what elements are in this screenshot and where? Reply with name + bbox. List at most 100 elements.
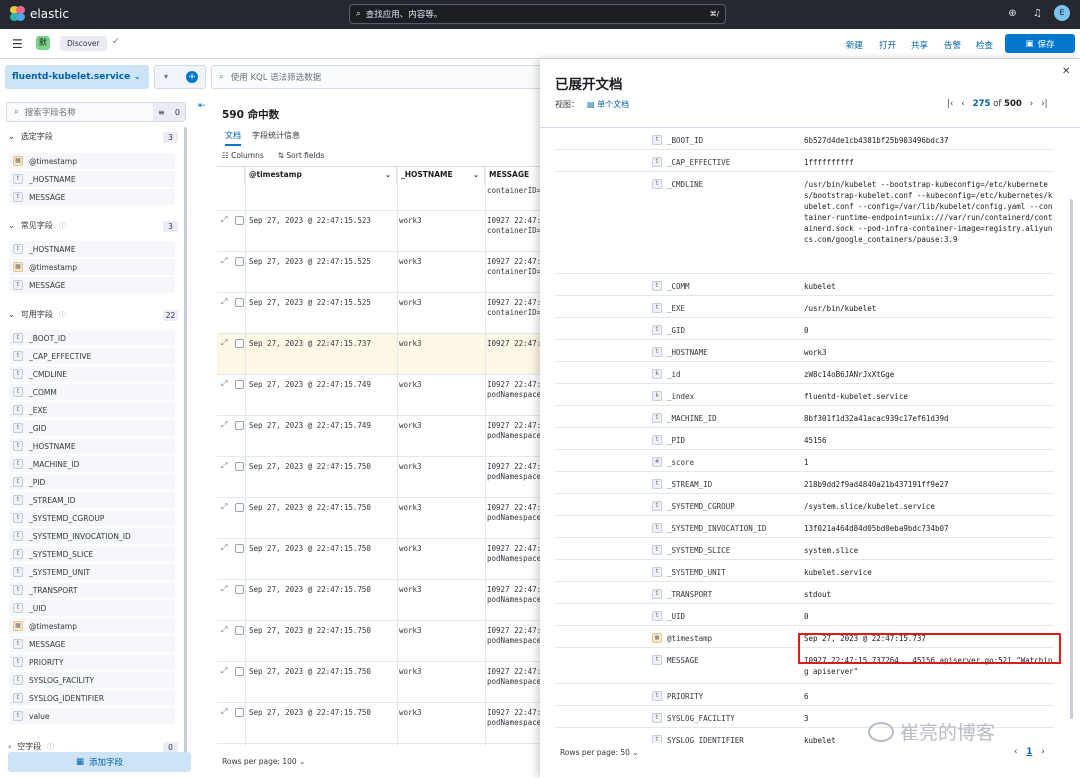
expand-icon[interactable]: ⤢: [221, 461, 227, 471]
tab-field-stats[interactable]: 字段统计信息: [252, 130, 300, 141]
flyout-rows-per-page[interactable]: Rows per page: 50 ⌄: [560, 748, 639, 757]
help-icon[interactable]: ⊕: [1006, 7, 1019, 20]
menu-icon[interactable]: ☰: [12, 37, 23, 51]
open-link[interactable]: 打开: [879, 39, 896, 51]
expand-icon[interactable]: ⤢: [221, 666, 227, 676]
section-title-available[interactable]: ⌄ 可用字段 ⓘ: [8, 309, 66, 320]
table-row[interactable]: ⤢ Sep 27, 2023 @ 22:47:15.750 work3 I0927 2…: [217, 621, 540, 662]
field-item[interactable]: ▦ @timestamp: [9, 259, 175, 275]
row-checkbox[interactable]: [235, 216, 244, 225]
expand-icon[interactable]: ⤢: [221, 215, 227, 225]
field-item[interactable]: t value: [9, 708, 175, 724]
add-field-button[interactable]: ▦ 添加字段: [8, 752, 191, 772]
field-item[interactable]: t _COMM: [9, 384, 175, 400]
field-item[interactable]: t _SYSTEMD_UNIT: [9, 564, 175, 580]
table-row[interactable]: ⤢ Sep 27, 2023 @ 22:47:15.750 work3 I0927 2…: [217, 580, 540, 621]
field-item[interactable]: t MESSAGE: [9, 636, 175, 652]
add-filter-icon[interactable]: +: [186, 71, 198, 83]
field-item[interactable]: ▦ @timestamp: [9, 153, 175, 169]
row-checkbox[interactable]: [235, 380, 244, 389]
field-filter-button[interactable]: ≡ 0: [153, 103, 185, 121]
prev-page-icon[interactable]: ‹: [961, 99, 964, 109]
table-row[interactable]: containerID=: [217, 183, 540, 211]
breadcrumb[interactable]: Discover: [60, 36, 107, 51]
global-search-input[interactable]: ⌕ 查找应用、内容等。 ⌘/: [349, 4, 726, 24]
table-row[interactable]: ⤢Sep 27, 2023 @ 22:47:15.762work3I0927 2…: [217, 744, 540, 746]
field-item[interactable]: t _CMDLINE: [9, 366, 175, 382]
field-item[interactable]: t _EXE: [9, 402, 175, 418]
column-header-hostname[interactable]: _HOSTNAME ⌄: [397, 167, 485, 183]
next-page-icon[interactable]: ›: [1041, 747, 1044, 757]
flyout-scrollbar[interactable]: [1070, 199, 1073, 719]
space-badge[interactable]: 默: [36, 36, 50, 50]
columns-button[interactable]: ☷ Columns: [222, 151, 264, 160]
section-title-popular[interactable]: ⌄ 常见字段 ⓘ: [8, 220, 66, 231]
field-item[interactable]: t _GID: [9, 420, 175, 436]
table-row[interactable]: ⤢ Sep 27, 2023 @ 22:47:15.749 work3 I0927 2…: [217, 375, 540, 416]
filter-menu-icon[interactable]: ▾: [164, 72, 168, 81]
column-header-timestamp[interactable]: @timestamp ⌄: [245, 167, 397, 183]
table-row[interactable]: ⤢ Sep 27, 2023 @ 22:47:15.749 work3 I0927 2…: [217, 416, 540, 457]
row-checkbox[interactable]: [235, 585, 244, 594]
row-checkbox[interactable]: [235, 708, 244, 717]
field-item[interactable]: t _HOSTNAME: [9, 438, 175, 454]
field-item[interactable]: t SYSLOG_IDENTIFIER: [9, 690, 175, 706]
kql-query-input[interactable]: ⌕ 使用 KQL 语法筛选数据: [211, 65, 551, 89]
table-row[interactable]: ⤢ Sep 27, 2023 @ 22:47:15.750 work3 I0927 2…: [217, 457, 540, 498]
rows-per-page-selector[interactable]: Rows per page: 100 ⌄: [222, 757, 305, 766]
field-item[interactable]: t _SYSTEMD_CGROUP: [9, 510, 175, 526]
field-item[interactable]: t _SYSTEMD_SLICE: [9, 546, 175, 562]
field-item[interactable]: t _SYSTEMD_INVOCATION_ID: [9, 528, 175, 544]
section-title-selected[interactable]: ⌄ 选定字段: [8, 131, 53, 142]
last-page-icon[interactable]: ›|: [1041, 99, 1047, 109]
expand-icon[interactable]: ⤢: [221, 297, 227, 307]
field-item[interactable]: t _PID: [9, 474, 175, 490]
field-item[interactable]: t MESSAGE: [9, 189, 175, 205]
expand-icon[interactable]: ⤢: [221, 543, 227, 553]
row-checkbox[interactable]: [235, 544, 244, 553]
row-checkbox[interactable]: [235, 626, 244, 635]
section-title-empty[interactable]: › 空字段 ⓘ: [8, 741, 54, 752]
expand-icon[interactable]: ⤢: [221, 379, 227, 389]
field-item[interactable]: t _HOSTNAME: [9, 171, 175, 187]
share-link[interactable]: 共享: [911, 39, 928, 51]
field-item[interactable]: t PRIORITY: [9, 654, 175, 670]
field-item[interactable]: ▦ @timestamp: [9, 618, 175, 634]
data-view-selector[interactable]: fluentd-kubelet.service ⌄: [5, 65, 149, 89]
expand-icon[interactable]: ⤢: [221, 420, 227, 430]
table-row[interactable]: ⤢ Sep 27, 2023 @ 22:47:15.523 work3 I0927 2…: [217, 211, 540, 252]
alerts-link[interactable]: 告警: [944, 39, 961, 51]
table-row[interactable]: ⤢ Sep 27, 2023 @ 22:47:15.750 work3 I0927 2…: [217, 539, 540, 580]
field-search-input[interactable]: ⌕ 搜索字段名称 ≡ 0: [6, 102, 186, 122]
field-item[interactable]: t _CAP_EFFECTIVE: [9, 348, 175, 364]
close-icon[interactable]: ✕: [1062, 66, 1070, 77]
sort-fields-button[interactable]: ⇅ Sort fields: [278, 151, 325, 160]
notifications-bell-icon[interactable]: ♫: [1031, 7, 1044, 20]
table-row[interactable]: ⤢ Sep 27, 2023 @ 22:47:15.750 work3 I0927 2…: [217, 703, 540, 744]
save-button[interactable]: ▣ 保存: [1005, 34, 1075, 53]
field-item[interactable]: t _MACHINE_ID: [9, 456, 175, 472]
page-number[interactable]: 1: [1026, 747, 1032, 757]
expand-icon[interactable]: ⤢: [221, 256, 227, 266]
expand-icon[interactable]: ⤢: [221, 584, 227, 594]
row-checkbox[interactable]: [235, 503, 244, 512]
expand-icon[interactable]: ⤢: [221, 707, 227, 717]
table-row[interactable]: ⤢ Sep 27, 2023 @ 22:47:15.525 work3 I0927 2…: [217, 252, 540, 293]
table-row[interactable]: ⤢ Sep 27, 2023 @ 22:47:15.750 work3 I0927 2…: [217, 662, 540, 703]
row-checkbox[interactable]: [235, 667, 244, 676]
table-row[interactable]: ⤢ Sep 27, 2023 @ 22:47:15.750 work3 I0927 2…: [217, 498, 540, 539]
row-checkbox[interactable]: [235, 298, 244, 307]
table-row[interactable]: ⤢ Sep 27, 2023 @ 22:47:15.525 work3 I0927 2…: [217, 293, 540, 334]
row-checkbox[interactable]: [235, 257, 244, 266]
user-avatar[interactable]: E: [1054, 5, 1070, 21]
table-row[interactable]: ⤢ Sep 27, 2023 @ 22:47:15.737 work3 I0927 2…: [217, 334, 540, 375]
field-item[interactable]: t MESSAGE: [9, 277, 175, 293]
row-checkbox[interactable]: [235, 421, 244, 430]
expand-icon[interactable]: ⤢: [221, 502, 227, 512]
first-page-icon[interactable]: |‹: [947, 99, 953, 109]
field-item[interactable]: t SYSLOG_FACILITY: [9, 672, 175, 688]
next-page-icon[interactable]: ›: [1030, 99, 1033, 109]
row-checkbox[interactable]: [235, 339, 244, 348]
elastic-logo[interactable]: elastic: [10, 6, 69, 21]
field-item[interactable]: t _TRANSPORT: [9, 582, 175, 598]
